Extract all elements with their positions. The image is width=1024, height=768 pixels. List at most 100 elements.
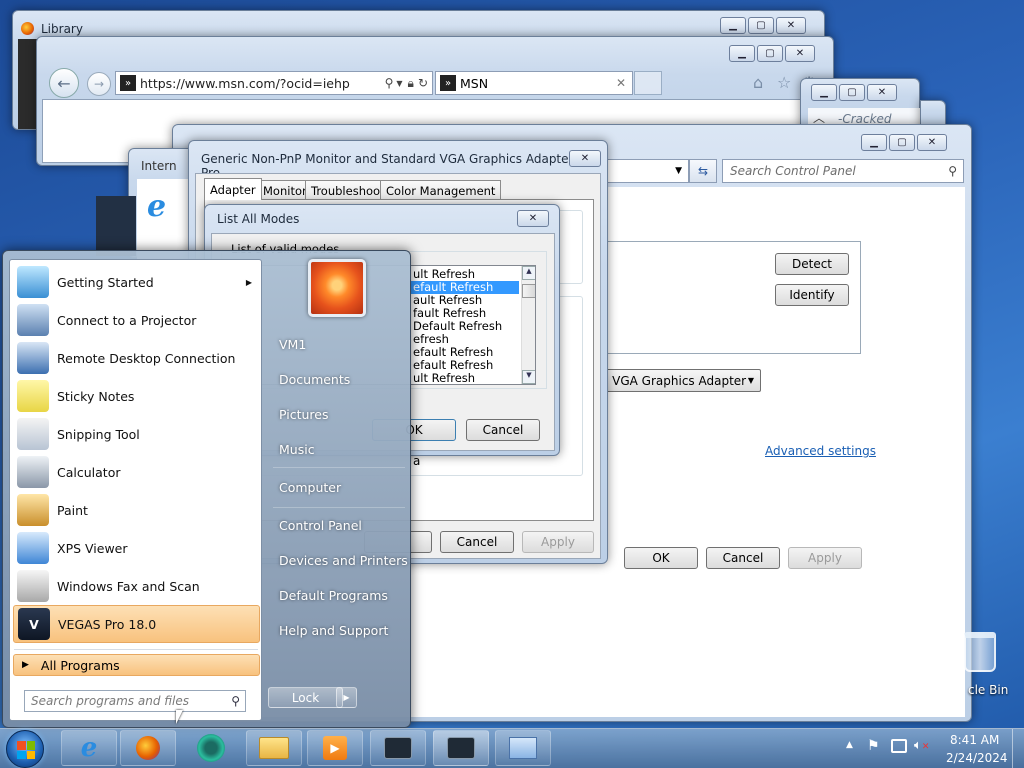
favorites-icon[interactable]: ☆ bbox=[777, 73, 791, 92]
start-right-item[interactable]: Music bbox=[279, 442, 315, 457]
mode-item[interactable]: ult Refresh bbox=[411, 372, 519, 385]
cp-address-dropdown[interactable]: ▼ bbox=[603, 159, 689, 183]
tab-close-icon[interactable]: ✕ bbox=[616, 76, 626, 90]
taskbar-media-player[interactable]: ▶ bbox=[307, 730, 363, 766]
program-item[interactable]: XPS Viewer bbox=[13, 529, 260, 567]
modes-cancel-button[interactable]: Cancel bbox=[466, 419, 540, 441]
adapter-apply-button[interactable]: Apply bbox=[522, 531, 594, 553]
start-right-item[interactable]: Control Panel bbox=[279, 518, 362, 533]
program-item[interactable]: Calculator bbox=[13, 453, 260, 491]
lock-options-button[interactable]: ▶ bbox=[336, 687, 357, 708]
cp-apply-button[interactable]: Apply bbox=[788, 547, 862, 569]
taskbar-internet-explorer[interactable]: e bbox=[61, 730, 117, 766]
close-icon[interactable]: ✕ bbox=[776, 17, 806, 34]
show-desktop-button[interactable] bbox=[1012, 729, 1024, 768]
taskbar-terminal-1[interactable] bbox=[370, 730, 426, 766]
getting-started-icon bbox=[17, 266, 49, 298]
show-hidden-icons-icon[interactable]: ▲ bbox=[846, 740, 853, 750]
start-right-item[interactable]: Default Programs bbox=[279, 588, 388, 603]
cp-refresh-button[interactable]: ⇆ bbox=[689, 159, 717, 183]
modes-list: ult Refresh efault Refresh ault Refresh fau… bbox=[411, 268, 519, 385]
cp-cancel-button[interactable]: Cancel bbox=[706, 547, 780, 569]
volume-muted-icon[interactable]: 🔈︎✕ bbox=[914, 738, 929, 753]
home-icon[interactable]: ⌂ bbox=[753, 73, 763, 92]
close-icon[interactable]: ✕ bbox=[785, 45, 815, 62]
taskbar-terminal-2[interactable] bbox=[433, 730, 489, 766]
tab-troubleshoot[interactable]: Troubleshoot bbox=[305, 180, 391, 200]
search-icon[interactable]: ⚲ bbox=[231, 694, 240, 708]
refresh-icon[interactable]: ↻ bbox=[418, 76, 428, 90]
identify-button[interactable]: Identify bbox=[775, 284, 849, 306]
close-icon[interactable]: ✕ bbox=[917, 134, 947, 151]
cp-search-box[interactable]: Search Control Panel ⚲ bbox=[722, 159, 964, 183]
search-icon[interactable]: ⚲ bbox=[385, 76, 394, 90]
maximize-icon[interactable]: ▢ bbox=[889, 134, 915, 151]
maximize-icon[interactable]: ▢ bbox=[757, 45, 783, 62]
minimize-icon[interactable]: ▁ bbox=[811, 84, 837, 101]
start-right-item[interactable]: Devices and Printers bbox=[279, 553, 408, 568]
minimize-icon[interactable]: ▁ bbox=[720, 17, 746, 34]
lock-button[interactable]: Lock bbox=[268, 687, 343, 708]
clock-time[interactable]: 8:41 AM bbox=[950, 733, 999, 747]
close-icon[interactable]: ✕ bbox=[867, 84, 897, 101]
minimize-icon[interactable]: ▁ bbox=[729, 45, 755, 62]
tab-color-management[interactable]: Color Management bbox=[380, 180, 502, 200]
list-scrollbar[interactable]: ▲ ▼ bbox=[521, 266, 535, 384]
network-icon[interactable] bbox=[891, 739, 907, 753]
clock-date[interactable]: 2/24/2024 bbox=[946, 751, 1008, 765]
address-bar[interactable]: » https://www.msn.com/?ocid=iehp ⚲ ▼ 🔒︎ … bbox=[115, 71, 433, 95]
refresh-arrows-icon: ⇆ bbox=[697, 164, 709, 178]
adapter-cancel-button[interactable]: Cancel bbox=[440, 531, 514, 553]
start-left-pane: Getting Started ▶ Connect to a Projector Re… bbox=[9, 259, 262, 721]
tab-title: MSN bbox=[460, 75, 489, 91]
start-right-item[interactable]: Computer bbox=[279, 480, 341, 495]
program-item[interactable]: Windows Fax and Scan bbox=[13, 567, 260, 605]
minimize-icon[interactable]: ▁ bbox=[861, 134, 887, 151]
dropdown-icon[interactable]: ▼ bbox=[396, 79, 402, 88]
advanced-settings-link[interactable]: Advanced settings bbox=[765, 444, 876, 458]
adapter-select[interactable]: rd VGA Graphics Adapter ▼ bbox=[591, 369, 761, 392]
detect-button[interactable]: Detect bbox=[775, 253, 849, 275]
program-item[interactable]: Paint bbox=[13, 491, 260, 529]
close-icon[interactable]: ✕ bbox=[517, 210, 549, 227]
lock-label: Lock bbox=[291, 690, 320, 705]
scroll-down-icon[interactable]: ▼ bbox=[522, 370, 535, 384]
scroll-up-icon[interactable]: ▲ bbox=[522, 266, 535, 280]
program-item[interactable]: V VEGAS Pro 18.0 bbox=[13, 605, 260, 643]
program-item[interactable]: Sticky Notes bbox=[13, 377, 260, 415]
library-caption-buttons: ▁ ▢ ✕ bbox=[720, 17, 806, 34]
new-tab-button[interactable] bbox=[634, 71, 662, 95]
user-picture[interactable] bbox=[308, 259, 366, 317]
maximize-icon[interactable]: ▢ bbox=[748, 17, 774, 34]
start-right-item[interactable]: Help and Support bbox=[279, 623, 388, 638]
taskbar-app[interactable] bbox=[183, 730, 239, 766]
forward-button[interactable]: → bbox=[87, 72, 111, 96]
start-button[interactable] bbox=[6, 730, 44, 768]
fax-scan-icon bbox=[17, 570, 49, 602]
maximize-icon[interactable]: ▢ bbox=[839, 84, 865, 101]
taskbar-file-explorer[interactable] bbox=[246, 730, 302, 766]
start-right-item[interactable]: Documents bbox=[279, 372, 350, 387]
taskbar-control-panel[interactable] bbox=[495, 730, 551, 766]
close-icon[interactable]: ✕ bbox=[569, 150, 601, 167]
search-icon[interactable]: ⚲ bbox=[948, 164, 957, 178]
program-item[interactable]: Remote Desktop Connection bbox=[13, 339, 260, 377]
recycle-bin-icon[interactable] bbox=[964, 632, 996, 672]
cp-ok-button[interactable]: OK bbox=[624, 547, 698, 569]
start-search-box[interactable]: Search programs and files ⚲ bbox=[24, 690, 246, 712]
program-label: VEGAS Pro 18.0 bbox=[58, 616, 157, 632]
taskbar-firefox[interactable] bbox=[120, 730, 176, 766]
start-right-item[interactable]: VM1 bbox=[279, 337, 306, 352]
browser-tab[interactable]: » MSN ✕ bbox=[435, 71, 633, 95]
program-item[interactable]: Getting Started ▶ bbox=[13, 263, 260, 301]
start-right-item[interactable]: Pictures bbox=[279, 407, 329, 422]
program-item[interactable]: Connect to a Projector bbox=[13, 301, 260, 339]
dropdown-arrow-icon: ▼ bbox=[747, 376, 754, 385]
action-center-flag-icon[interactable]: ⚑ bbox=[867, 738, 880, 754]
all-programs-button[interactable]: ▶ All Programs bbox=[13, 654, 260, 676]
tab-adapter[interactable]: Adapter bbox=[204, 178, 262, 200]
file-explorer-icon bbox=[259, 737, 289, 759]
back-button[interactable]: ← bbox=[49, 68, 79, 98]
program-item[interactable]: Snipping Tool bbox=[13, 415, 260, 453]
scroll-thumb[interactable] bbox=[522, 284, 535, 298]
